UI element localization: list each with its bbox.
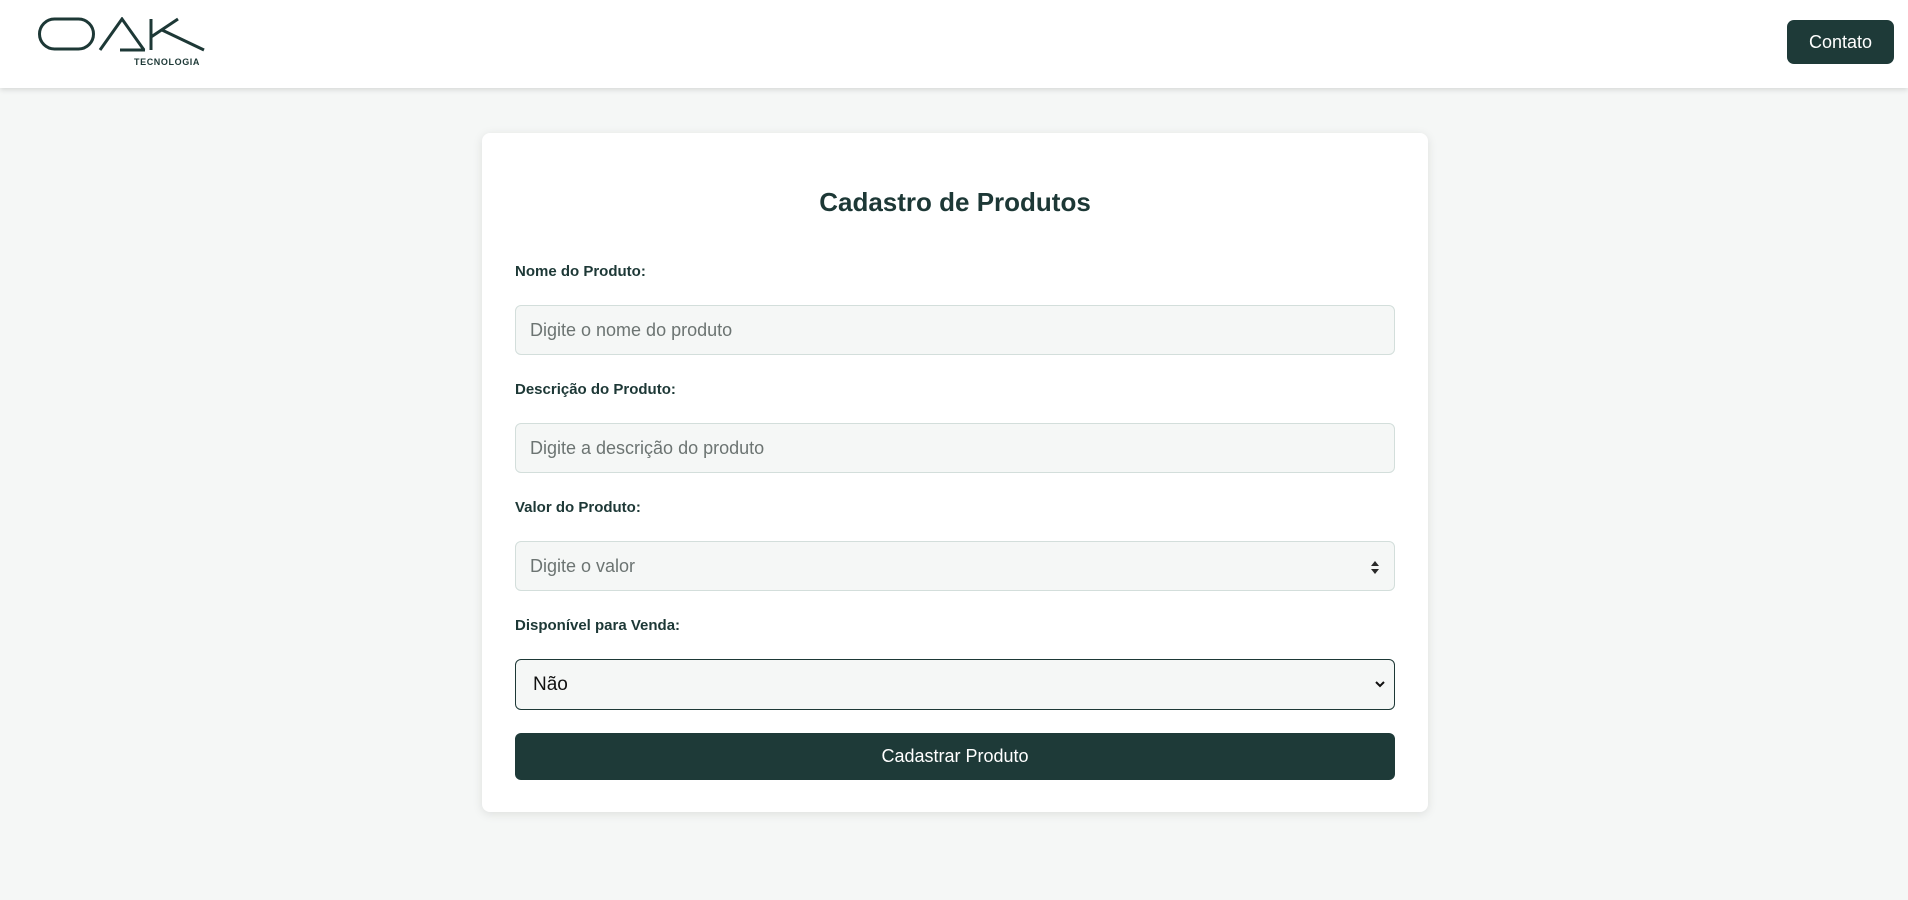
top-navbar: TECNOLOGIA Contato <box>0 0 1908 88</box>
spinner-down-icon[interactable] <box>1371 568 1379 574</box>
oak-logo[interactable]: TECNOLOGIA <box>38 17 206 69</box>
product-name-placeholder: Digite o nome do produto <box>530 319 733 340</box>
oak-logo-icon <box>38 17 205 52</box>
available-for-sale-label: Disponível para Venda: <box>515 617 681 634</box>
product-name-label: Nome do Produto: <box>515 263 646 280</box>
chevron-down-icon <box>1375 681 1385 688</box>
product-price-input[interactable]: Digite o valor <box>515 541 1395 591</box>
logo-subtitle: TECNOLOGIA <box>134 57 200 67</box>
page-title: Cadastro de Produtos <box>819 187 1091 217</box>
available-for-sale-value: Não <box>533 673 568 695</box>
product-description-label: Descrição do Produto: <box>515 381 676 398</box>
product-name-input[interactable]: Digite o nome do produto <box>515 305 1395 355</box>
contact-button[interactable]: Contato <box>1787 20 1894 64</box>
product-price-placeholder: Digite o valor <box>530 555 636 576</box>
available-for-sale-select[interactable]: Não <box>515 659 1395 710</box>
product-form-card: Cadastro de Produtos Nome do Produto: Di… <box>482 133 1428 812</box>
product-description-input[interactable]: Digite a descrição do produto <box>515 423 1395 473</box>
number-spinner-icon[interactable] <box>1370 558 1380 576</box>
spinner-up-icon[interactable] <box>1371 560 1379 566</box>
register-product-button[interactable]: Cadastrar Produto <box>515 733 1395 780</box>
product-price-label: Valor do Produto: <box>515 499 641 516</box>
product-description-placeholder: Digite a descrição do produto <box>530 437 765 458</box>
